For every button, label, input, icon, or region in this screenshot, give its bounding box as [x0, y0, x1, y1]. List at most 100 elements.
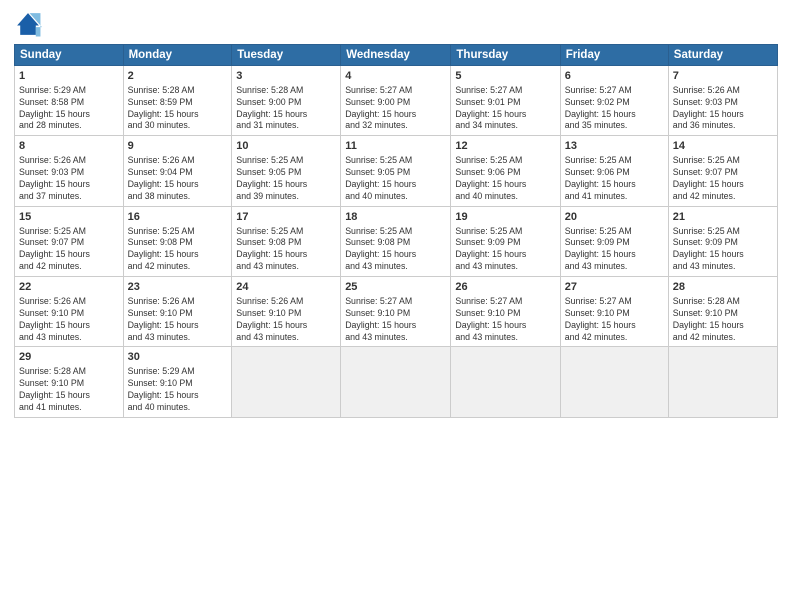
calendar-cell: 11Sunrise: 5:25 AM Sunset: 9:05 PM Dayli… [341, 136, 451, 206]
calendar-cell [341, 347, 451, 417]
day-of-week-header: Tuesday [232, 45, 341, 66]
day-info: Sunrise: 5:28 AM Sunset: 9:10 PM Dayligh… [19, 366, 119, 414]
day-number: 22 [19, 280, 119, 295]
day-info: Sunrise: 5:27 AM Sunset: 9:02 PM Dayligh… [565, 85, 664, 133]
day-info: Sunrise: 5:27 AM Sunset: 9:10 PM Dayligh… [345, 296, 446, 344]
calendar-cell: 17Sunrise: 5:25 AM Sunset: 9:08 PM Dayli… [232, 206, 341, 276]
day-number: 12 [455, 139, 555, 154]
day-of-week-header: Sunday [15, 45, 124, 66]
day-number: 13 [565, 139, 664, 154]
calendar-cell: 27Sunrise: 5:27 AM Sunset: 9:10 PM Dayli… [560, 277, 668, 347]
day-info: Sunrise: 5:25 AM Sunset: 9:06 PM Dayligh… [565, 155, 664, 203]
calendar-table: SundayMondayTuesdayWednesdayThursdayFrid… [14, 44, 778, 418]
calendar-cell: 3Sunrise: 5:28 AM Sunset: 9:00 PM Daylig… [232, 66, 341, 136]
calendar-cell: 5Sunrise: 5:27 AM Sunset: 9:01 PM Daylig… [451, 66, 560, 136]
calendar-cell [232, 347, 341, 417]
day-number: 21 [673, 210, 773, 225]
day-info: Sunrise: 5:25 AM Sunset: 9:06 PM Dayligh… [455, 155, 555, 203]
day-number: 17 [236, 210, 336, 225]
day-info: Sunrise: 5:25 AM Sunset: 9:09 PM Dayligh… [673, 226, 773, 274]
calendar-cell: 23Sunrise: 5:26 AM Sunset: 9:10 PM Dayli… [123, 277, 232, 347]
calendar-cell: 2Sunrise: 5:28 AM Sunset: 8:59 PM Daylig… [123, 66, 232, 136]
day-number: 24 [236, 280, 336, 295]
calendar-cell: 22Sunrise: 5:26 AM Sunset: 9:10 PM Dayli… [15, 277, 124, 347]
calendar-week-row: 1Sunrise: 5:29 AM Sunset: 8:58 PM Daylig… [15, 66, 778, 136]
calendar-cell: 10Sunrise: 5:25 AM Sunset: 9:05 PM Dayli… [232, 136, 341, 206]
calendar-cell: 19Sunrise: 5:25 AM Sunset: 9:09 PM Dayli… [451, 206, 560, 276]
calendar-week-row: 22Sunrise: 5:26 AM Sunset: 9:10 PM Dayli… [15, 277, 778, 347]
day-number: 9 [128, 139, 228, 154]
day-info: Sunrise: 5:28 AM Sunset: 9:10 PM Dayligh… [673, 296, 773, 344]
day-of-week-header: Saturday [668, 45, 777, 66]
day-info: Sunrise: 5:28 AM Sunset: 8:59 PM Dayligh… [128, 85, 228, 133]
day-number: 26 [455, 280, 555, 295]
day-of-week-header: Monday [123, 45, 232, 66]
calendar-cell: 21Sunrise: 5:25 AM Sunset: 9:09 PM Dayli… [668, 206, 777, 276]
day-number: 25 [345, 280, 446, 295]
calendar-cell: 20Sunrise: 5:25 AM Sunset: 9:09 PM Dayli… [560, 206, 668, 276]
calendar-cell: 29Sunrise: 5:28 AM Sunset: 9:10 PM Dayli… [15, 347, 124, 417]
day-number: 5 [455, 69, 555, 84]
day-number: 30 [128, 350, 228, 365]
day-number: 1 [19, 69, 119, 84]
day-number: 2 [128, 69, 228, 84]
day-info: Sunrise: 5:29 AM Sunset: 9:10 PM Dayligh… [128, 366, 228, 414]
day-number: 19 [455, 210, 555, 225]
calendar-cell: 28Sunrise: 5:28 AM Sunset: 9:10 PM Dayli… [668, 277, 777, 347]
day-number: 28 [673, 280, 773, 295]
day-info: Sunrise: 5:28 AM Sunset: 9:00 PM Dayligh… [236, 85, 336, 133]
day-info: Sunrise: 5:25 AM Sunset: 9:09 PM Dayligh… [455, 226, 555, 274]
day-info: Sunrise: 5:26 AM Sunset: 9:04 PM Dayligh… [128, 155, 228, 203]
day-info: Sunrise: 5:25 AM Sunset: 9:08 PM Dayligh… [345, 226, 446, 274]
calendar-cell: 24Sunrise: 5:26 AM Sunset: 9:10 PM Dayli… [232, 277, 341, 347]
day-info: Sunrise: 5:25 AM Sunset: 9:05 PM Dayligh… [345, 155, 446, 203]
calendar-cell: 18Sunrise: 5:25 AM Sunset: 9:08 PM Dayli… [341, 206, 451, 276]
day-info: Sunrise: 5:26 AM Sunset: 9:03 PM Dayligh… [19, 155, 119, 203]
calendar-cell: 6Sunrise: 5:27 AM Sunset: 9:02 PM Daylig… [560, 66, 668, 136]
day-info: Sunrise: 5:25 AM Sunset: 9:08 PM Dayligh… [236, 226, 336, 274]
calendar-cell: 14Sunrise: 5:25 AM Sunset: 9:07 PM Dayli… [668, 136, 777, 206]
calendar-cell: 16Sunrise: 5:25 AM Sunset: 9:08 PM Dayli… [123, 206, 232, 276]
day-info: Sunrise: 5:25 AM Sunset: 9:07 PM Dayligh… [19, 226, 119, 274]
day-info: Sunrise: 5:26 AM Sunset: 9:10 PM Dayligh… [19, 296, 119, 344]
day-info: Sunrise: 5:27 AM Sunset: 9:10 PM Dayligh… [565, 296, 664, 344]
calendar-cell: 30Sunrise: 5:29 AM Sunset: 9:10 PM Dayli… [123, 347, 232, 417]
day-info: Sunrise: 5:27 AM Sunset: 9:00 PM Dayligh… [345, 85, 446, 133]
day-number: 4 [345, 69, 446, 84]
day-info: Sunrise: 5:25 AM Sunset: 9:08 PM Dayligh… [128, 226, 228, 274]
day-info: Sunrise: 5:25 AM Sunset: 9:07 PM Dayligh… [673, 155, 773, 203]
day-number: 15 [19, 210, 119, 225]
day-of-week-header: Thursday [451, 45, 560, 66]
day-number: 20 [565, 210, 664, 225]
day-number: 11 [345, 139, 446, 154]
calendar-cell [668, 347, 777, 417]
day-of-week-header: Friday [560, 45, 668, 66]
calendar-cell: 13Sunrise: 5:25 AM Sunset: 9:06 PM Dayli… [560, 136, 668, 206]
day-number: 3 [236, 69, 336, 84]
days-of-week-header: SundayMondayTuesdayWednesdayThursdayFrid… [15, 45, 778, 66]
calendar-cell: 4Sunrise: 5:27 AM Sunset: 9:00 PM Daylig… [341, 66, 451, 136]
day-number: 16 [128, 210, 228, 225]
day-number: 18 [345, 210, 446, 225]
calendar-cell [560, 347, 668, 417]
day-number: 8 [19, 139, 119, 154]
day-info: Sunrise: 5:26 AM Sunset: 9:10 PM Dayligh… [128, 296, 228, 344]
calendar-cell: 9Sunrise: 5:26 AM Sunset: 9:04 PM Daylig… [123, 136, 232, 206]
day-number: 10 [236, 139, 336, 154]
day-info: Sunrise: 5:25 AM Sunset: 9:05 PM Dayligh… [236, 155, 336, 203]
calendar-cell: 12Sunrise: 5:25 AM Sunset: 9:06 PM Dayli… [451, 136, 560, 206]
day-number: 27 [565, 280, 664, 295]
day-info: Sunrise: 5:27 AM Sunset: 9:10 PM Dayligh… [455, 296, 555, 344]
calendar-week-row: 8Sunrise: 5:26 AM Sunset: 9:03 PM Daylig… [15, 136, 778, 206]
calendar-week-row: 29Sunrise: 5:28 AM Sunset: 9:10 PM Dayli… [15, 347, 778, 417]
day-number: 14 [673, 139, 773, 154]
calendar-cell: 8Sunrise: 5:26 AM Sunset: 9:03 PM Daylig… [15, 136, 124, 206]
calendar-body: 1Sunrise: 5:29 AM Sunset: 8:58 PM Daylig… [15, 66, 778, 418]
day-number: 7 [673, 69, 773, 84]
calendar-cell: 1Sunrise: 5:29 AM Sunset: 8:58 PM Daylig… [15, 66, 124, 136]
page-container: SundayMondayTuesdayWednesdayThursdayFrid… [0, 0, 792, 612]
calendar-cell: 15Sunrise: 5:25 AM Sunset: 9:07 PM Dayli… [15, 206, 124, 276]
logo [14, 10, 46, 38]
day-info: Sunrise: 5:26 AM Sunset: 9:10 PM Dayligh… [236, 296, 336, 344]
day-of-week-header: Wednesday [341, 45, 451, 66]
